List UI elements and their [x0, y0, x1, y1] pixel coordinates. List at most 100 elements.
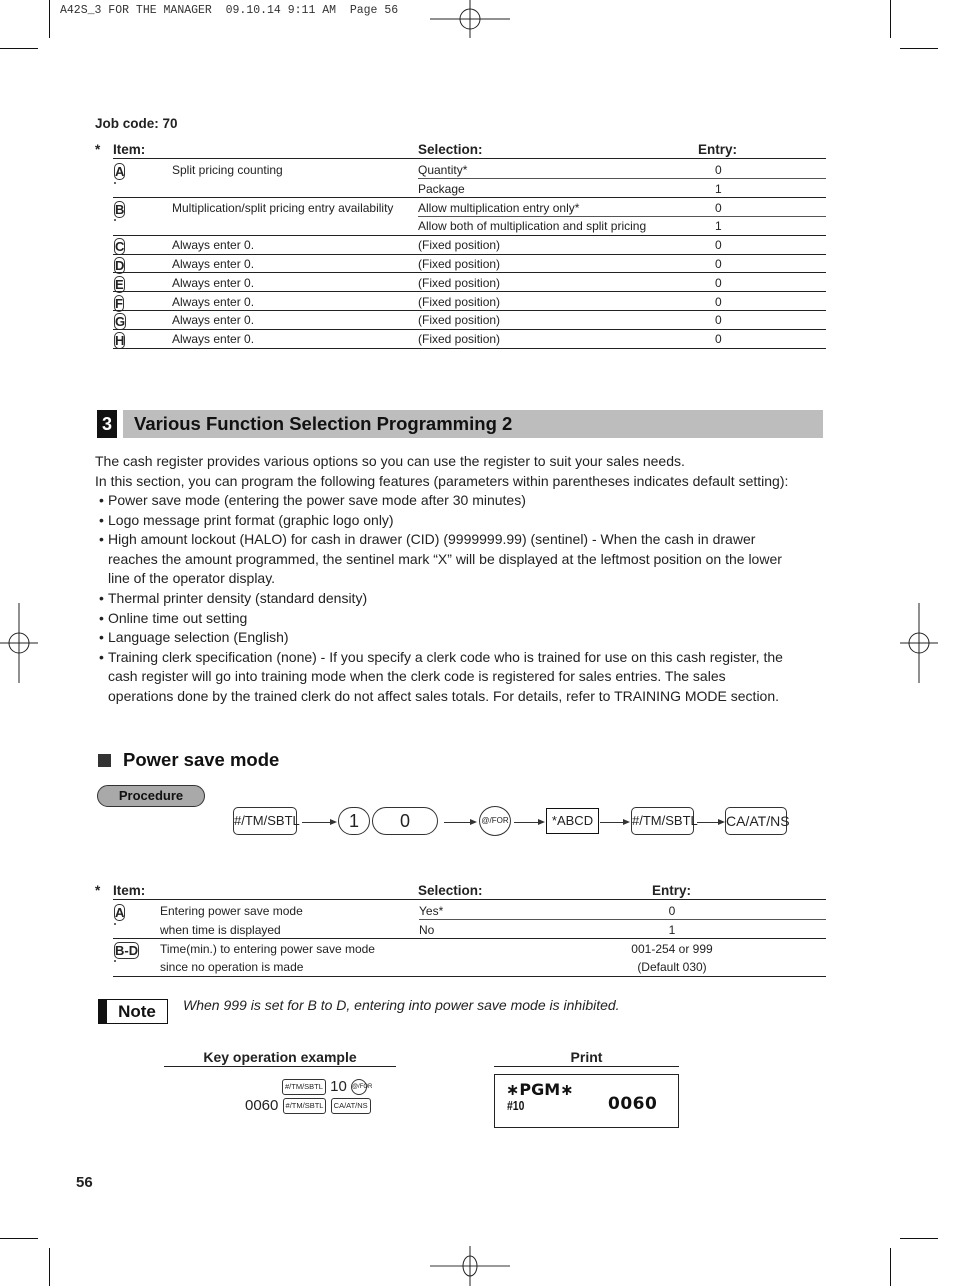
key-tm-sbtl: #/TM/SBTL	[631, 807, 698, 835]
bullet-text: reaches the amount programmed, the senti…	[108, 550, 782, 567]
print-header: Print	[570, 1049, 603, 1065]
row-entry: (Default 030)	[637, 960, 707, 975]
row-selection: Allow both of multiplication and split p…	[418, 219, 647, 234]
section-number: 3	[97, 410, 117, 438]
table-row: H Always enter 0. (Fixed position) 0	[95, 329, 826, 350]
row-rule	[113, 347, 826, 349]
row-selection: (Fixed position)	[418, 313, 501, 328]
receipt-pgm: ∗PGM∗	[506, 1080, 574, 1099]
row-entry: 0	[715, 294, 722, 309]
key-at-for: @/FOR	[479, 806, 511, 836]
row-key	[114, 960, 116, 963]
bullet-icon: •	[99, 609, 104, 626]
bullet-icon: •	[99, 629, 104, 646]
power-save-table: * Item: Selection: Entry: A Entering powe…	[95, 883, 826, 977]
arrow-icon	[600, 819, 630, 825]
arrow-icon	[302, 819, 337, 825]
table-row: B-D Time(min.) to entering power save mod…	[95, 939, 826, 959]
intro-text-1: The cash register provides various optio…	[95, 453, 685, 469]
row-item: Always enter 0.	[172, 275, 255, 290]
crop-mark	[0, 1238, 38, 1239]
table-row: F Always enter 0. (Fixed position) 0	[95, 292, 826, 312]
row-selection: (Fixed position)	[418, 294, 501, 309]
feature-bullet: • Training clerk specification (none) - I…	[99, 648, 829, 707]
key-operation-header: Key operation example	[203, 1049, 357, 1065]
arrow-icon	[444, 819, 477, 825]
example-line-2: 0060 #/TM/SBTL CA/AT/NS	[245, 1097, 371, 1115]
row-entry: 0	[715, 275, 722, 290]
crop-mark	[890, 0, 891, 38]
bullet-text: operations done by the trained clerk do …	[108, 687, 780, 704]
row-entry: 0	[715, 332, 722, 347]
feature-bullet: • Language selection (English)	[99, 628, 829, 648]
row-selection: Quantity*	[418, 163, 468, 177]
table-row: C Always enter 0. (Fixed position) 0	[95, 235, 826, 256]
table-row: E Always enter 0. (Fixed position) 0	[95, 273, 826, 293]
row-entry: 1	[715, 181, 722, 196]
table-star: *	[95, 883, 101, 898]
registration-mark-bottom	[430, 1246, 510, 1286]
header-rule	[113, 158, 826, 159]
mini-key-tm-sbtl: #/TM/SBTL	[282, 1098, 327, 1115]
row-key: B	[114, 200, 126, 218]
row-selection: Package	[418, 181, 465, 196]
job-code: Job code: 70	[95, 116, 178, 131]
feature-bullet: • Logo message print format (graphic logo…	[99, 511, 829, 531]
row-entry: 1	[715, 219, 722, 234]
bullet-icon: •	[99, 531, 104, 548]
square-bullet-icon	[98, 754, 111, 767]
row-item: Always enter 0.	[172, 257, 255, 271]
intro-text-2: In this section, you can program the fol…	[95, 473, 789, 489]
entry-box-abcd: *ABCD	[546, 808, 599, 834]
header-entry: Entry:	[698, 142, 738, 157]
print-slug: A42S_3 FOR THE MANAGER 09.10.14 9:11 AM …	[60, 4, 399, 17]
row-selection: Yes*	[419, 904, 444, 918]
table-row: since no operation is made (Default 030)	[95, 957, 826, 976]
row-selection: (Fixed position)	[418, 275, 501, 290]
row-key: A	[114, 163, 126, 180]
table-row: G Always enter 0. (Fixed position) 0	[95, 310, 826, 331]
bullet-icon: •	[99, 511, 104, 528]
row-entry: 0	[715, 200, 722, 215]
key-ca-at-ns: CA/AT/NS	[725, 807, 790, 835]
row-key	[114, 181, 116, 184]
row-item: Multiplication/split pricing entry avail…	[172, 200, 394, 215]
bullet-icon: •	[99, 590, 104, 606]
feature-bullet: • Thermal printer density (standard densi…	[99, 589, 829, 609]
bullet-text: line of the operator display.	[108, 570, 276, 587]
header-selection: Selection:	[418, 142, 483, 157]
bullet-text: Thermal printer density (standard densit…	[108, 590, 368, 606]
row-key: A	[114, 904, 126, 921]
table-row: A Entering power save mode Yes* 0	[95, 901, 826, 921]
row-item: Always enter 0.	[172, 294, 255, 309]
row-item: when time is displayed	[160, 922, 281, 937]
row-entry: 001-254 or 999	[631, 941, 713, 956]
bullet-text: Language selection (English)	[108, 629, 289, 646]
header-item: Item:	[113, 142, 146, 157]
row-item: Always enter 0.	[172, 313, 255, 328]
crop-mark	[49, 0, 50, 38]
note-label: Note	[98, 999, 168, 1024]
bullet-icon: •	[99, 492, 104, 508]
crop-mark	[900, 48, 938, 49]
print-rule	[494, 1066, 679, 1067]
row-entry: 0	[715, 313, 722, 328]
row-selection: (Fixed position)	[418, 257, 501, 271]
bullet-text: High amount lockout (HALO) for cash in d…	[108, 531, 756, 548]
bullet-text: Power save mode (entering the power save…	[108, 492, 526, 508]
row-item: Split pricing counting	[172, 163, 283, 177]
row-key: B-D	[114, 941, 140, 959]
header-rule	[113, 899, 826, 900]
table-row: when time is displayed No 1	[95, 920, 826, 939]
example-line-1: #/TM/SBTL 10 @/FOR	[282, 1078, 372, 1096]
registration-mark-right	[900, 603, 938, 683]
row-selection: Allow multiplication entry only*	[418, 200, 580, 215]
bullet-text: Online time out setting	[108, 609, 248, 626]
row-rule	[113, 975, 826, 977]
key-digit-1: 1	[338, 807, 370, 835]
row-item: Time(min.) to entering power save mode	[160, 941, 375, 956]
bullet-icon: •	[99, 648, 104, 665]
crop-mark	[0, 48, 38, 49]
row-entry: 0	[715, 257, 722, 271]
receipt-job-number: #10	[507, 1098, 525, 1113]
